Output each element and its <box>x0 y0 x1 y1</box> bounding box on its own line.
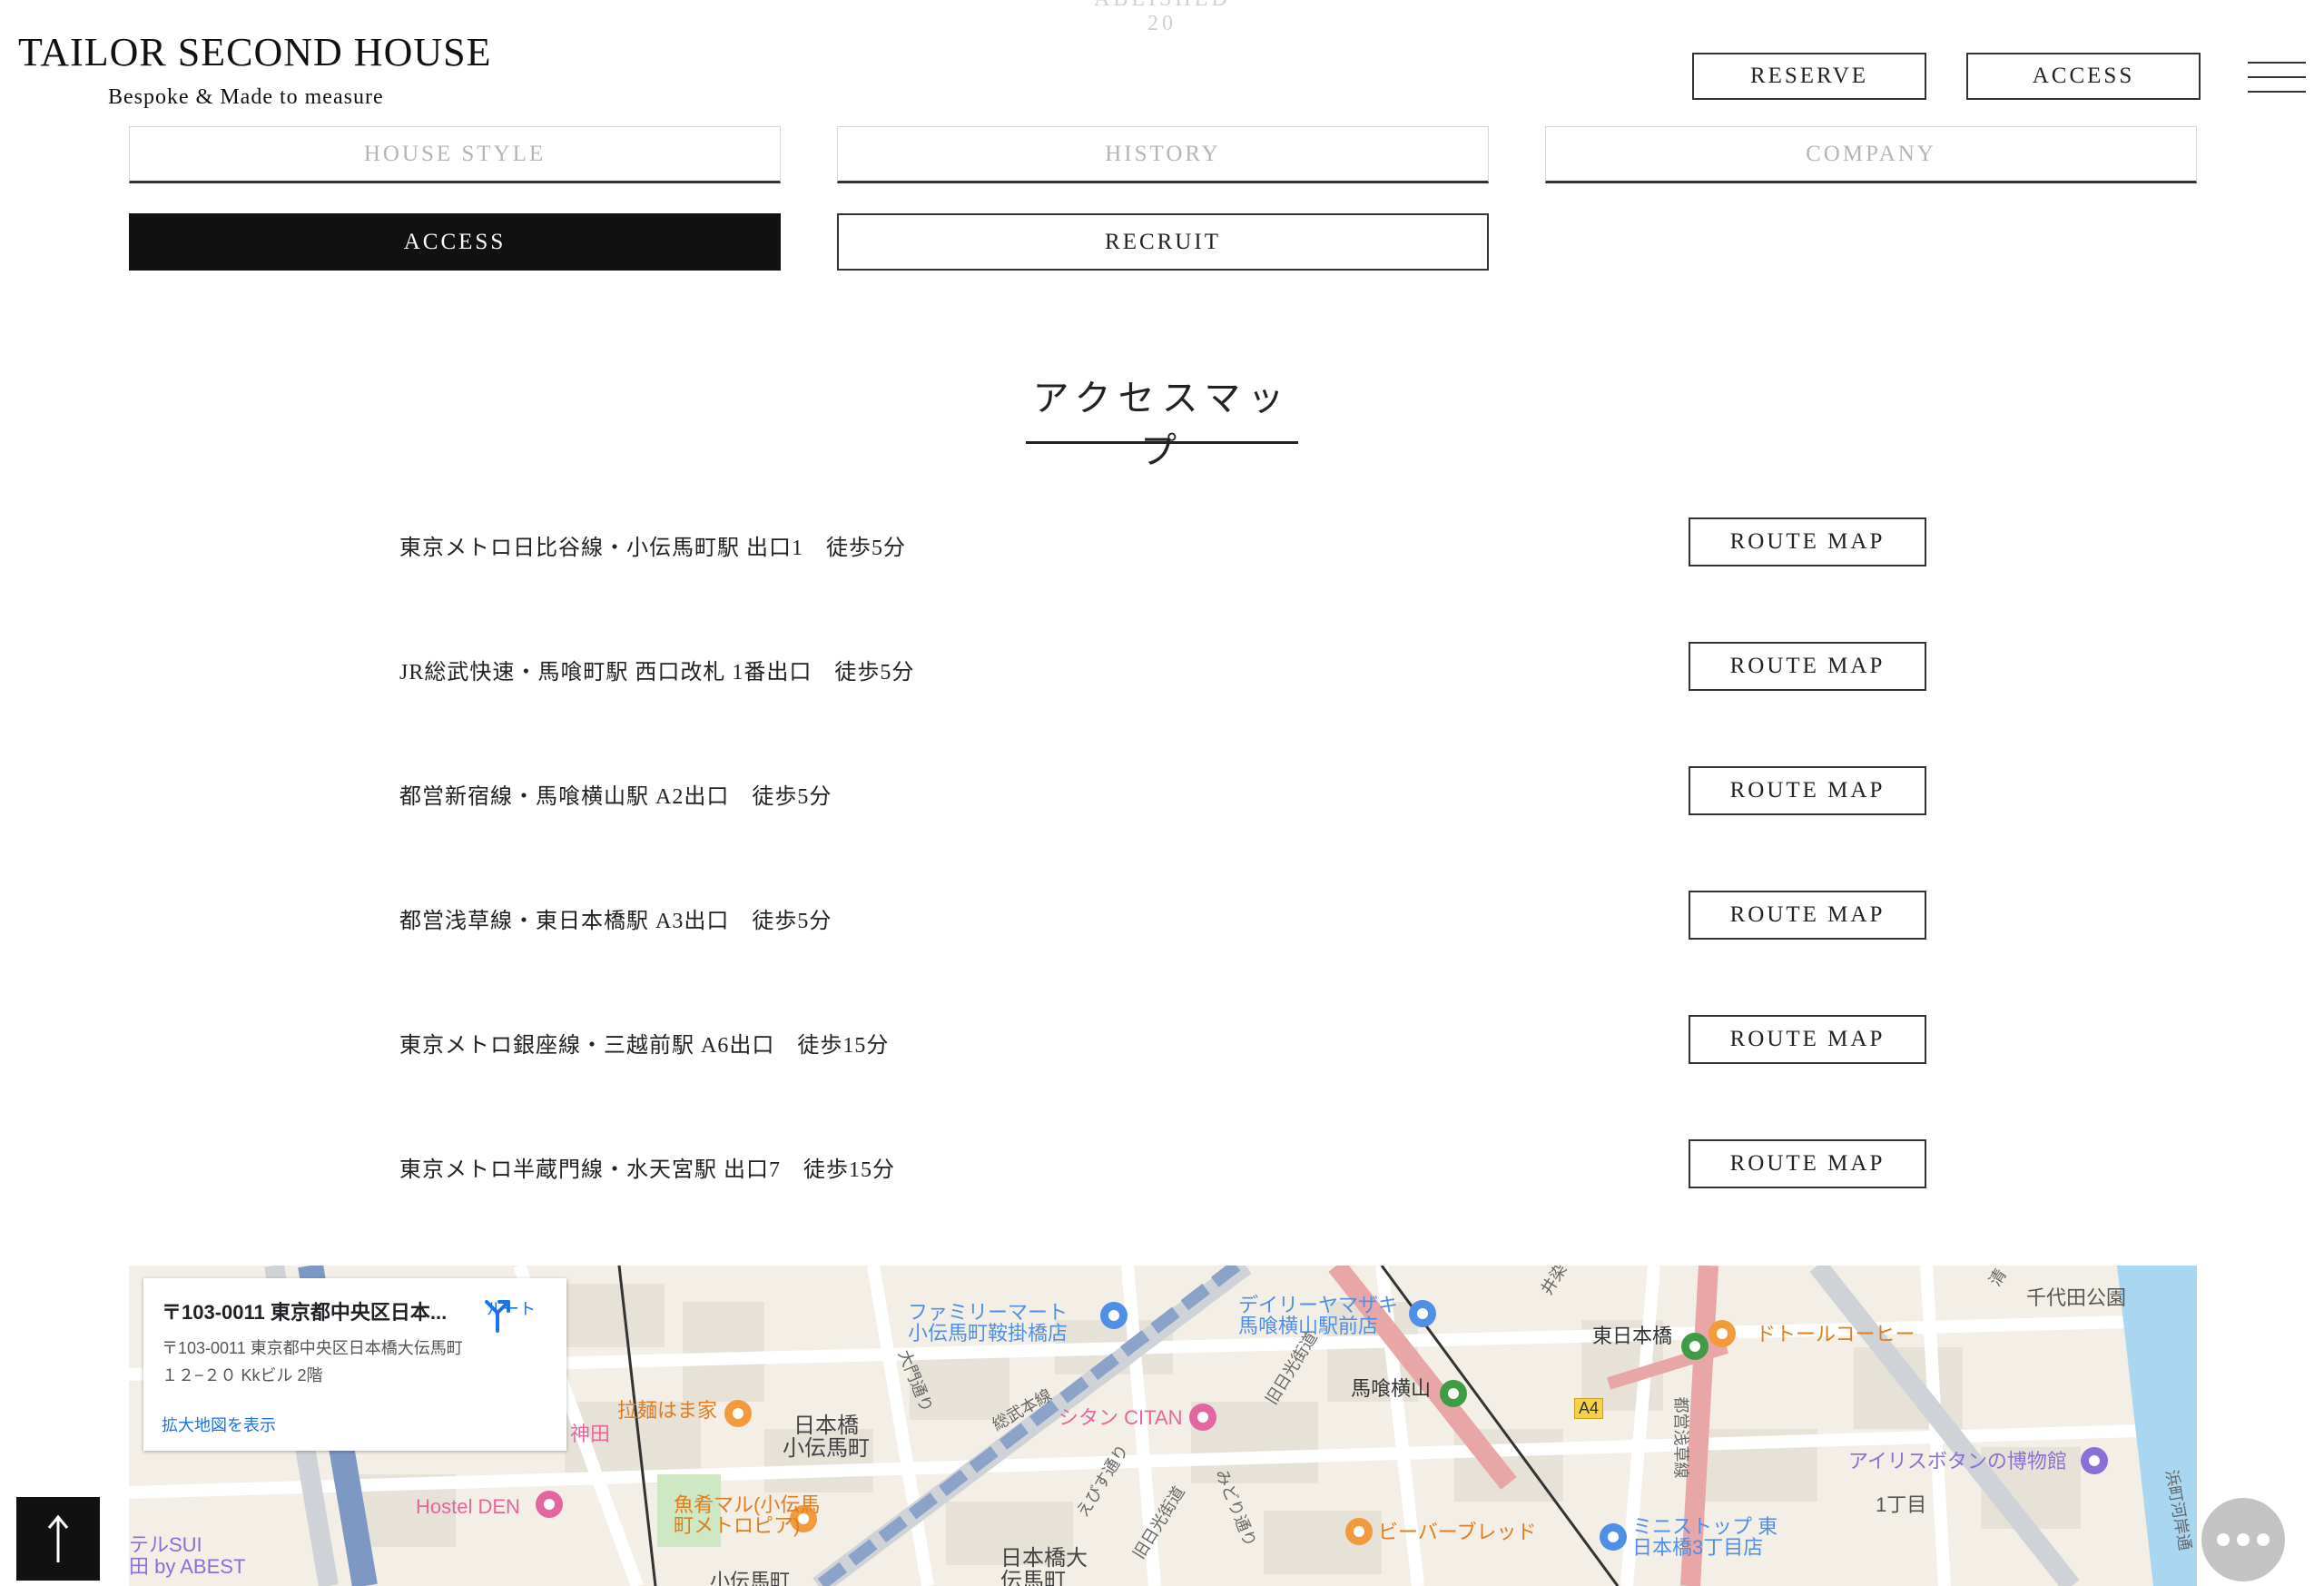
map-label-family-mart[interactable]: ファミリーマート 小伝馬町鞍掛橋店 <box>908 1302 1068 1344</box>
map-info-card: 〒103-0011 東京都中央区日本... 〒103-0011 東京都中央区日本… <box>143 1278 566 1451</box>
map-label-beaver-bread[interactable]: ビーバーブレッド <box>1378 1522 1536 1542</box>
station-marker-icon[interactable] <box>1681 1333 1709 1360</box>
map-label-iris-button-museum[interactable]: アイリスボタンの博物館 <box>1848 1451 2067 1472</box>
map-label-abest: 田 by ABEST <box>129 1555 246 1578</box>
route-text-jr-sobu: JR総武快速・馬喰町駅 西口改札 1番出口 徒歩5分 <box>399 661 915 685</box>
map-label-bakuro-yokoyama: 馬喰横山 <box>1351 1377 1432 1400</box>
convenience-store-icon[interactable] <box>1409 1300 1436 1327</box>
route-directions-button[interactable]: ルート <box>479 1296 543 1333</box>
station-marker-icon[interactable] <box>1440 1380 1467 1407</box>
route-text-asakusa-line: 都営浅草線・東日本橋駅 A3出口 徒歩5分 <box>399 910 832 933</box>
route-map-button-shinjuku-line[interactable]: ROUTE MAP <box>1689 766 1926 815</box>
map-label-toei-asakusa: 都営浅草線 <box>1671 1396 1690 1479</box>
map-label-hostel-den[interactable]: Hostel DEN <box>416 1496 520 1517</box>
map-label-itchome: 1丁目 <box>1876 1493 1927 1516</box>
map-label-daily-yamazaki[interactable]: デイリーヤマザキ 馬喰横山駅前店 <box>1238 1295 1398 1336</box>
map-label-uosakana-maru[interactable]: 魚肴マル(小伝馬 町メトロピア) <box>674 1494 820 1536</box>
title-underline <box>1026 441 1298 444</box>
tab-access[interactable]: ACCESS <box>129 213 781 271</box>
map-label-nihonbashi-odenma: 日本橋大 伝馬町 <box>1000 1546 1088 1586</box>
map-label-doutor[interactable]: ドトールコーヒー <box>1756 1324 1915 1345</box>
map-info-title: 〒103-0011 東京都中央区日本... <box>162 1301 448 1324</box>
restaurant-icon[interactable] <box>724 1400 752 1427</box>
scroll-to-top-button[interactable] <box>16 1497 100 1581</box>
route-text-hanzomon-line: 東京メトロ半蔵門線・水天宮駅 出口7 徒歩15分 <box>399 1158 895 1182</box>
museum-icon[interactable] <box>2081 1447 2108 1474</box>
ellipsis-icon <box>2217 1533 2230 1546</box>
map-label-higashi-nihonbashi: 東日本橋 <box>1592 1325 1673 1347</box>
map-label-chiyoda-park: 千代田公園 <box>2026 1286 2127 1309</box>
tab-company[interactable]: COMPANY <box>1545 126 2197 183</box>
route-text-ginza-line: 東京メトロ銀座線・三越前駅 A6出口 徒歩15分 <box>399 1034 890 1058</box>
map-label-nihonbashi-kodenma: 日本橋 小伝馬町 <box>783 1414 870 1462</box>
route-text-shinjuku-line: 都営新宿線・馬喰横山駅 A2出口 徒歩5分 <box>399 785 832 809</box>
tab-history[interactable]: HISTORY <box>837 126 1489 183</box>
route-map-button-hanzomon-line[interactable]: ROUTE MAP <box>1689 1139 1926 1188</box>
site-logo[interactable]: TAILOR SECOND HOUSE Bespoke & Made to me… <box>18 33 491 110</box>
logo-title: TAILOR SECOND HOUSE <box>18 30 492 74</box>
logo-subtitle: Bespoke & Made to measure <box>108 85 384 109</box>
cafe-icon[interactable] <box>1709 1320 1736 1347</box>
established-emblem: ABLISHED 20 <box>1094 0 1227 35</box>
map-label-citan[interactable]: シタン CITAN <box>1059 1407 1182 1428</box>
ellipsis-more-button[interactable] <box>2201 1498 2285 1581</box>
route-map-button-asakusa-line[interactable]: ROUTE MAP <box>1689 891 1926 940</box>
map-label-ramen-hamaya[interactable]: 拉麺はま家 <box>617 1400 717 1421</box>
hotel-icon[interactable] <box>1189 1404 1216 1431</box>
route-text-hibiya: 東京メトロ日比谷線・小伝馬町駅 出口1 徒歩5分 <box>399 537 906 560</box>
map-info-address: 〒103-0011 東京都中央区日本橋大伝馬町１２−２０ Kkビル 2階 <box>162 1339 463 1384</box>
reserve-button[interactable]: RESERVE <box>1692 53 1926 100</box>
route-map-button-jr-sobu[interactable]: ROUTE MAP <box>1689 642 1926 691</box>
route-map-button-hibiya[interactable]: ROUTE MAP <box>1689 517 1926 566</box>
hotel-icon[interactable] <box>536 1491 563 1518</box>
route-map-button-ginza-line[interactable]: ROUTE MAP <box>1689 1015 1926 1064</box>
map-label-ministop[interactable]: ミニストップ 東日本橋3丁目店 <box>1632 1516 1777 1558</box>
section-title: アクセスマップ <box>1032 378 1292 471</box>
tab-house-style[interactable]: HOUSE STYLE <box>129 126 781 183</box>
convenience-store-icon[interactable] <box>1100 1302 1128 1329</box>
directions-icon <box>485 1300 510 1333</box>
map-label-kodenmacho: 小伝馬町 <box>710 1570 791 1586</box>
google-map-embed[interactable]: ファミリーマート 小伝馬町鞍掛橋店 デイリーヤマザキ 馬喰横山駅前店 拉麺はま家 日… <box>129 1266 2197 1586</box>
map-label-exit-a4: A4 <box>1574 1398 1604 1419</box>
convenience-store-icon[interactable] <box>1600 1523 1627 1551</box>
bakery-icon[interactable] <box>1345 1518 1373 1545</box>
map-label-hotel-sui: テルSUI <box>129 1533 202 1556</box>
arrow-up-icon <box>47 1514 69 1562</box>
hamburger-menu-icon[interactable] <box>2248 58 2306 96</box>
tab-recruit[interactable]: RECRUIT <box>837 213 1489 271</box>
header-access-button[interactable]: ACCESS <box>1966 53 2201 100</box>
map-label-kanda: 神田 <box>570 1423 611 1445</box>
view-larger-map-link[interactable]: 拡大地図を表示 <box>162 1413 276 1436</box>
